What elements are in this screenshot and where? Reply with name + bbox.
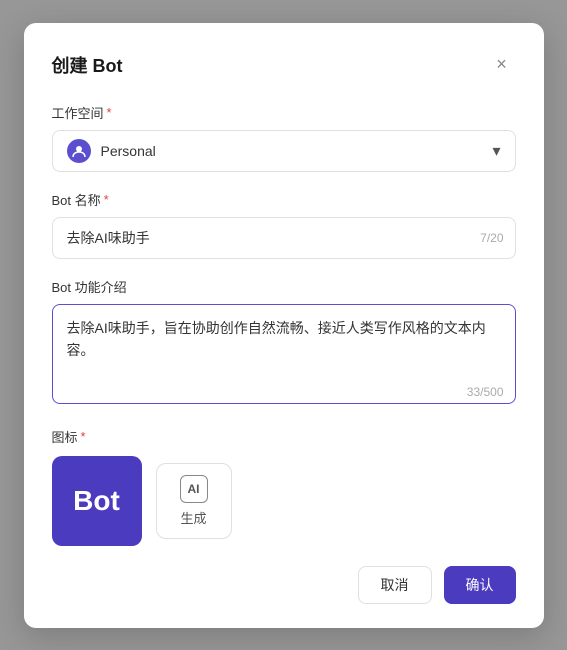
dialog-title: 创建 Bot xyxy=(52,52,123,78)
bot-name-required-star: * xyxy=(104,192,109,207)
ai-icon: AI xyxy=(180,475,208,503)
cancel-button[interactable]: 取消 xyxy=(358,566,432,604)
dialog-header: 创建 Bot × xyxy=(52,51,516,79)
bot-name-char-count: 7/20 xyxy=(480,231,503,245)
icon-field-group: 图标 * Bot AI 生成 xyxy=(52,427,516,546)
workspace-icon xyxy=(67,139,91,163)
icon-label: 图标 * xyxy=(52,427,516,446)
dialog-footer: 取消 确认 xyxy=(52,566,516,604)
workspace-required-star: * xyxy=(107,105,112,120)
bot-name-field-group: Bot 名称 * 7/20 xyxy=(52,190,516,259)
icon-preview[interactable]: Bot xyxy=(52,456,142,546)
workspace-value: Personal xyxy=(101,143,156,159)
bot-desc-char-count: 33/500 xyxy=(467,385,504,399)
icon-required-star: * xyxy=(81,429,86,444)
bot-desc-textarea[interactable]: 去除AI味助手，旨在协助创作自然流畅、接近人类写作风格的文本内容。 xyxy=(52,304,516,404)
workspace-field-group: 工作空间 * Personal ▾ xyxy=(52,103,516,172)
bot-name-input[interactable] xyxy=(52,217,516,259)
bot-name-label: Bot 名称 * xyxy=(52,190,516,209)
confirm-button[interactable]: 确认 xyxy=(444,566,516,604)
bot-desc-label: Bot 功能介绍 xyxy=(52,277,516,296)
bot-desc-field-group: Bot 功能介绍 去除AI味助手，旨在协助创作自然流畅、接近人类写作风格的文本内… xyxy=(52,277,516,409)
close-button[interactable]: × xyxy=(488,51,516,79)
icon-generate-button[interactable]: AI 生成 xyxy=(156,463,232,539)
chevron-down-icon: ▾ xyxy=(492,141,500,161)
generate-label: 生成 xyxy=(180,508,206,527)
workspace-select[interactable]: Personal ▾ xyxy=(52,130,516,172)
create-bot-dialog: 创建 Bot × 工作空间 * Personal ▾ xyxy=(24,23,544,628)
workspace-label: 工作空间 * xyxy=(52,103,516,122)
